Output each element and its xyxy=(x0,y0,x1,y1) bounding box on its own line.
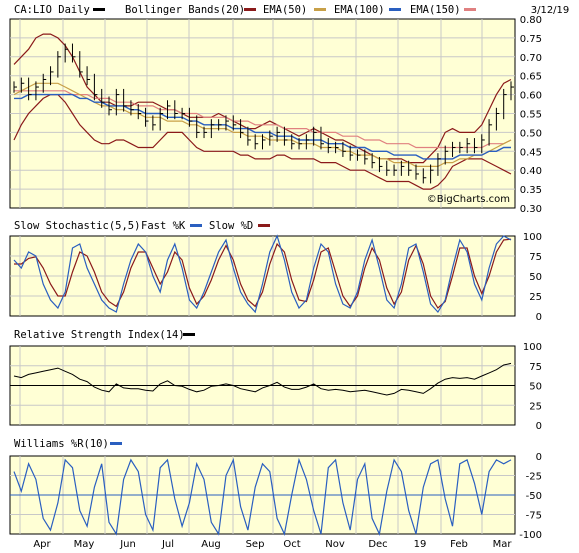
stochastic-title: Slow Stochastic(5,5) xyxy=(14,220,140,232)
x-tick-label: Dec xyxy=(368,539,387,550)
price-title: CA:LIO Daily xyxy=(14,4,90,16)
x-tick-label: Jul xyxy=(161,539,174,550)
legend-ema50-label: EMA(50) xyxy=(263,4,307,16)
legend-swatch-williams xyxy=(110,442,122,445)
x-tick-label: Sep xyxy=(246,539,265,550)
y-tick-label: 25 xyxy=(529,292,542,303)
y-tick-label: -50 xyxy=(526,491,542,502)
williams-y-ticks: -100 -75 -50 -25 0 xyxy=(519,452,542,541)
chart-date: 3/12/19 xyxy=(531,5,570,16)
williams-title: Williams %R(10) xyxy=(14,438,109,450)
legend-swatch-ema100 xyxy=(389,8,401,11)
y-tick-label: 0.70 xyxy=(520,53,542,64)
rsi-title: Relative Strength Index(14) xyxy=(14,329,185,341)
y-tick-label: 0.80 xyxy=(520,15,542,26)
legend-swatch-rsi xyxy=(183,333,195,336)
legend-swatch-slowd xyxy=(258,224,270,227)
y-tick-label: 0.40 xyxy=(520,166,542,177)
x-axis-labels: Apr May Jun Jul Aug Sep Oct Nov Dec 19 Feb Mar xyxy=(33,539,512,550)
y-tick-label: 75 xyxy=(529,362,542,373)
y-tick-label: 0.45 xyxy=(520,147,542,158)
price-y-ticks: 0.30 0.35 0.40 0.45 0.50 0.55 0.60 0.65 0.70 0.75… xyxy=(520,15,542,215)
rsi-panel: Relative Strength Index(14) 0 25 50 75 100 xyxy=(9,329,542,432)
watermark: ©BigCharts.com xyxy=(427,194,510,205)
x-tick-label: Apr xyxy=(33,539,51,550)
y-tick-label: 50 xyxy=(529,382,542,393)
y-tick-label: 100 xyxy=(523,232,542,243)
x-tick-label: Nov xyxy=(325,539,345,550)
legend-swatch-price xyxy=(93,8,105,11)
y-tick-label: 100 xyxy=(523,342,542,353)
chart-svg: 0.30 0.35 0.40 0.45 0.50 0.55 0.60 0.65 0.70 0.75… xyxy=(9,4,570,550)
x-tick-label: Jun xyxy=(119,539,136,550)
y-tick-label: 0.65 xyxy=(520,72,542,83)
rsi-y-ticks: 0 25 50 75 100 xyxy=(523,342,542,432)
y-tick-label: -25 xyxy=(526,472,542,483)
y-tick-label: 75 xyxy=(529,252,542,263)
y-tick-label: 50 xyxy=(529,272,542,283)
y-tick-label: 0.30 xyxy=(520,204,542,215)
legend-bb-label: Bollinger Bands(20) xyxy=(125,4,245,16)
y-tick-label: -75 xyxy=(526,511,542,522)
legend-ema100-label: EMA(100) xyxy=(334,4,385,16)
x-tick-label: Mar xyxy=(493,539,513,550)
y-tick-label: 0.55 xyxy=(520,110,542,121)
legend-fastk-label: Fast %K xyxy=(141,220,186,232)
y-tick-label: -100 xyxy=(519,530,542,541)
chart-root: 0.30 0.35 0.40 0.45 0.50 0.55 0.60 0.65 0.70 0.75… xyxy=(0,0,579,553)
y-tick-label: 0 xyxy=(536,312,542,323)
y-tick-label: 0.75 xyxy=(520,34,542,45)
legend-slowd-label: Slow %D xyxy=(209,220,253,232)
x-tick-label: Aug xyxy=(201,539,221,550)
y-tick-label: 0 xyxy=(536,452,542,463)
williams-panel: Williams %R(10) -100 -75 -50 -25 0 xyxy=(9,438,542,541)
x-tick-label: Oct xyxy=(283,539,300,550)
y-tick-label: 0.35 xyxy=(520,185,542,196)
y-tick-label: 0.50 xyxy=(520,128,542,139)
legend-swatch-bb xyxy=(244,8,256,11)
y-tick-label: 25 xyxy=(529,401,542,412)
legend-ema150-label: EMA(150) xyxy=(410,4,461,16)
stochastic-panel: Slow Stochastic(5,5) Fast %K Slow %D 0 25… xyxy=(9,220,542,323)
legend-swatch-ema150 xyxy=(464,8,476,11)
y-tick-label: 0 xyxy=(536,421,542,432)
legend-swatch-ema50 xyxy=(314,8,326,11)
x-tick-label: 19 xyxy=(414,539,427,550)
legend-swatch-fastk xyxy=(190,224,202,227)
stochastic-y-ticks: 0 25 50 75 100 xyxy=(523,232,542,323)
y-tick-label: 0.60 xyxy=(520,91,542,102)
x-tick-label: May xyxy=(74,539,95,550)
x-tick-label: Feb xyxy=(450,539,468,550)
price-panel: 0.30 0.35 0.40 0.45 0.50 0.55 0.60 0.65 0.70 0.75… xyxy=(9,4,570,215)
